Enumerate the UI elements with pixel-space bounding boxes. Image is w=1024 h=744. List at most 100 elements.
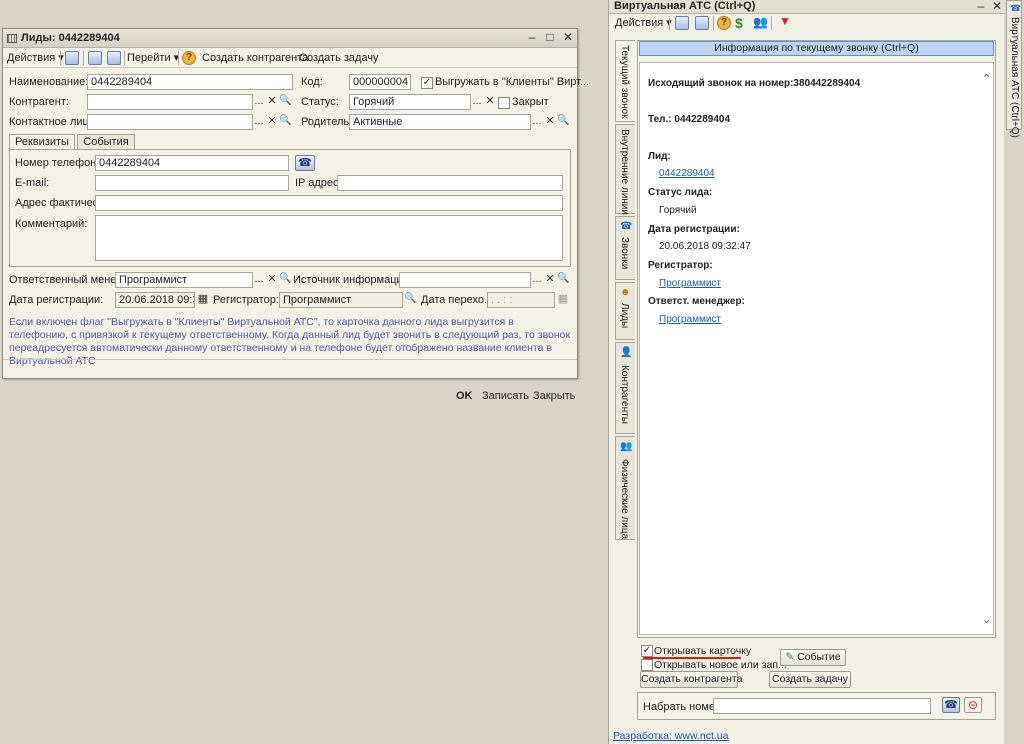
search-icon[interactable]: 🔍 bbox=[557, 114, 569, 130]
help-icon[interactable]: ? bbox=[717, 16, 731, 30]
select-button[interactable]: ... bbox=[531, 114, 543, 130]
create-task-button[interactable]: Создать задачу bbox=[299, 51, 379, 65]
developer-link[interactable]: Разработка: www.nct.ua bbox=[613, 730, 729, 742]
close-button[interactable]: Закрыть bbox=[533, 389, 575, 403]
panel-title: Виртуальная АТС (Ctrl+Q) bbox=[609, 0, 1005, 14]
create-contractor-button[interactable]: Создать контрагента bbox=[640, 671, 742, 688]
tab-internal-lines[interactable]: Внутренние линии bbox=[615, 124, 635, 215]
calendar-icon[interactable]: ▦ bbox=[196, 292, 210, 308]
hangup-icon[interactable]: ⊝ bbox=[964, 697, 982, 713]
status-field[interactable]: Горячий bbox=[349, 94, 471, 110]
individuals-icon: 👥 bbox=[620, 441, 633, 452]
calendar-icon[interactable]: ▦ bbox=[556, 292, 570, 308]
create-task-button[interactable]: Создать задачу bbox=[769, 671, 851, 688]
tab-leads[interactable]: ☻ Лиды bbox=[615, 282, 635, 340]
select-button[interactable]: ... bbox=[253, 94, 265, 110]
outgoing-call-text: Исходящий звонок на номер:380442289404 bbox=[648, 78, 861, 89]
dial-phone-icon[interactable]: ☎ bbox=[942, 697, 960, 713]
side-tab-virtual-pbx[interactable]: ☎ Виртуальная АТС (Ctrl+Q) bbox=[1006, 0, 1022, 138]
actions-menu[interactable]: Действия ▾ bbox=[615, 16, 672, 30]
save-close-icon[interactable] bbox=[65, 51, 79, 65]
reg-date-label: Дата регистрации: bbox=[648, 224, 740, 235]
parent-field[interactable]: Активные bbox=[349, 114, 531, 130]
manager-field[interactable]: Программист bbox=[115, 272, 253, 288]
call-info-area bbox=[639, 62, 994, 635]
select-button[interactable]: ... bbox=[531, 272, 543, 288]
tab-events[interactable]: События bbox=[77, 134, 135, 150]
registrar-link[interactable]: Программист bbox=[659, 278, 721, 289]
name-field[interactable]: 0442289404 bbox=[87, 74, 293, 90]
transfer-date-label: Дата перехо... bbox=[421, 294, 494, 306]
save-button[interactable]: Записать bbox=[482, 389, 529, 403]
users-icon[interactable]: 👥 bbox=[753, 15, 768, 29]
search-icon[interactable]: 🔍 bbox=[404, 292, 416, 308]
open-card-checkbox[interactable]: ✓ bbox=[641, 645, 653, 657]
close-icon[interactable]: ✕ bbox=[561, 31, 575, 45]
select-button[interactable]: ... bbox=[471, 94, 483, 110]
refresh-icon[interactable] bbox=[675, 16, 689, 30]
source-field[interactable] bbox=[399, 272, 531, 288]
search-icon[interactable]: 🔍 bbox=[557, 272, 569, 288]
contractor-field[interactable] bbox=[87, 94, 253, 110]
clear-icon[interactable]: ✕ bbox=[544, 114, 556, 130]
manager-link[interactable]: Программист bbox=[659, 314, 721, 325]
ok-button[interactable]: OK bbox=[456, 389, 473, 403]
contractors-icon: 👤 bbox=[620, 347, 633, 358]
transfer-date-field[interactable]: . . : : bbox=[487, 292, 555, 308]
clear-icon[interactable]: ✕ bbox=[266, 272, 278, 288]
tab-requisites[interactable]: Реквизиты bbox=[9, 134, 75, 150]
copy-icon[interactable] bbox=[107, 51, 121, 65]
search-icon[interactable]: 🔍 bbox=[279, 114, 291, 130]
tab-current-call[interactable]: Текущий звонок bbox=[615, 40, 635, 122]
address-field[interactable] bbox=[95, 195, 563, 211]
maximize-icon[interactable]: □ bbox=[543, 31, 557, 45]
call-phone-icon[interactable]: ☎ bbox=[295, 155, 315, 171]
minimize-icon[interactable]: – bbox=[974, 0, 988, 14]
scroll-up-icon[interactable]: ⌃ bbox=[982, 72, 991, 85]
tab-contractors[interactable]: 👤 Контрагенты bbox=[615, 342, 635, 434]
help-icon[interactable]: ? bbox=[182, 51, 196, 65]
reg-date-field[interactable]: 20.06.2018 09:32:4 bbox=[115, 292, 195, 308]
lead-link[interactable]: 0442289404 bbox=[659, 168, 715, 179]
phone-field[interactable]: 0442289404 bbox=[95, 155, 289, 171]
close-icon[interactable]: ✕ bbox=[990, 0, 1004, 14]
goto-menu[interactable]: Перейти ▾ bbox=[127, 51, 179, 65]
clear-icon[interactable]: ✕ bbox=[266, 94, 278, 110]
dial-input[interactable] bbox=[713, 698, 931, 714]
manager-label: Ответст. менеджер: bbox=[648, 296, 745, 307]
ip-field[interactable] bbox=[337, 175, 563, 191]
contact-field[interactable] bbox=[87, 114, 253, 130]
actions-menu[interactable]: Действия ▾ bbox=[7, 51, 64, 65]
code-field[interactable]: 000000004 bbox=[349, 74, 411, 90]
search-icon[interactable]: 🔍 bbox=[279, 94, 291, 110]
registrar-field[interactable]: Программист bbox=[279, 292, 403, 308]
export-info-text: Если включен флаг "Выгружать в "Клиенты"… bbox=[9, 316, 571, 367]
event-icon: ✎ bbox=[785, 651, 795, 663]
phone-label: Номер телефона: bbox=[15, 157, 106, 169]
post-icon[interactable] bbox=[88, 51, 102, 65]
clear-icon[interactable]: ✕ bbox=[544, 272, 556, 288]
pin-icon[interactable]: ▼ bbox=[779, 14, 791, 28]
search-icon[interactable]: 🔍 bbox=[279, 272, 291, 288]
clear-icon[interactable]: ✕ bbox=[484, 94, 496, 110]
currency-icon[interactable]: $ bbox=[735, 15, 743, 31]
name-label: Наименование: bbox=[9, 76, 89, 88]
open-new-label: Открывать новое или зап... bbox=[654, 659, 787, 671]
closed-checkbox[interactable] bbox=[498, 97, 510, 109]
export-checkbox[interactable]: ✓ bbox=[421, 77, 433, 89]
email-field[interactable] bbox=[95, 175, 289, 191]
scroll-down-icon[interactable]: ⌄ bbox=[982, 613, 991, 626]
comment-label: Комментарий: bbox=[15, 218, 88, 230]
select-button[interactable]: ... bbox=[253, 114, 265, 130]
form-title: Лиды: 0442289404 bbox=[21, 32, 120, 44]
select-button[interactable]: ... bbox=[253, 272, 265, 288]
clear-icon[interactable]: ✕ bbox=[266, 114, 278, 130]
minimize-icon[interactable]: – bbox=[525, 31, 539, 45]
event-button[interactable]: ✎ Событие bbox=[780, 649, 846, 666]
tab-individuals[interactable]: 👥 Физические лица bbox=[615, 436, 635, 540]
open-card-icon[interactable] bbox=[695, 16, 709, 30]
tab-calls[interactable]: ☎ Звонки bbox=[615, 216, 635, 280]
create-contractor-button[interactable]: Создать контрагента bbox=[202, 51, 308, 65]
comment-field[interactable] bbox=[95, 215, 563, 261]
open-new-checkbox[interactable] bbox=[641, 659, 653, 671]
